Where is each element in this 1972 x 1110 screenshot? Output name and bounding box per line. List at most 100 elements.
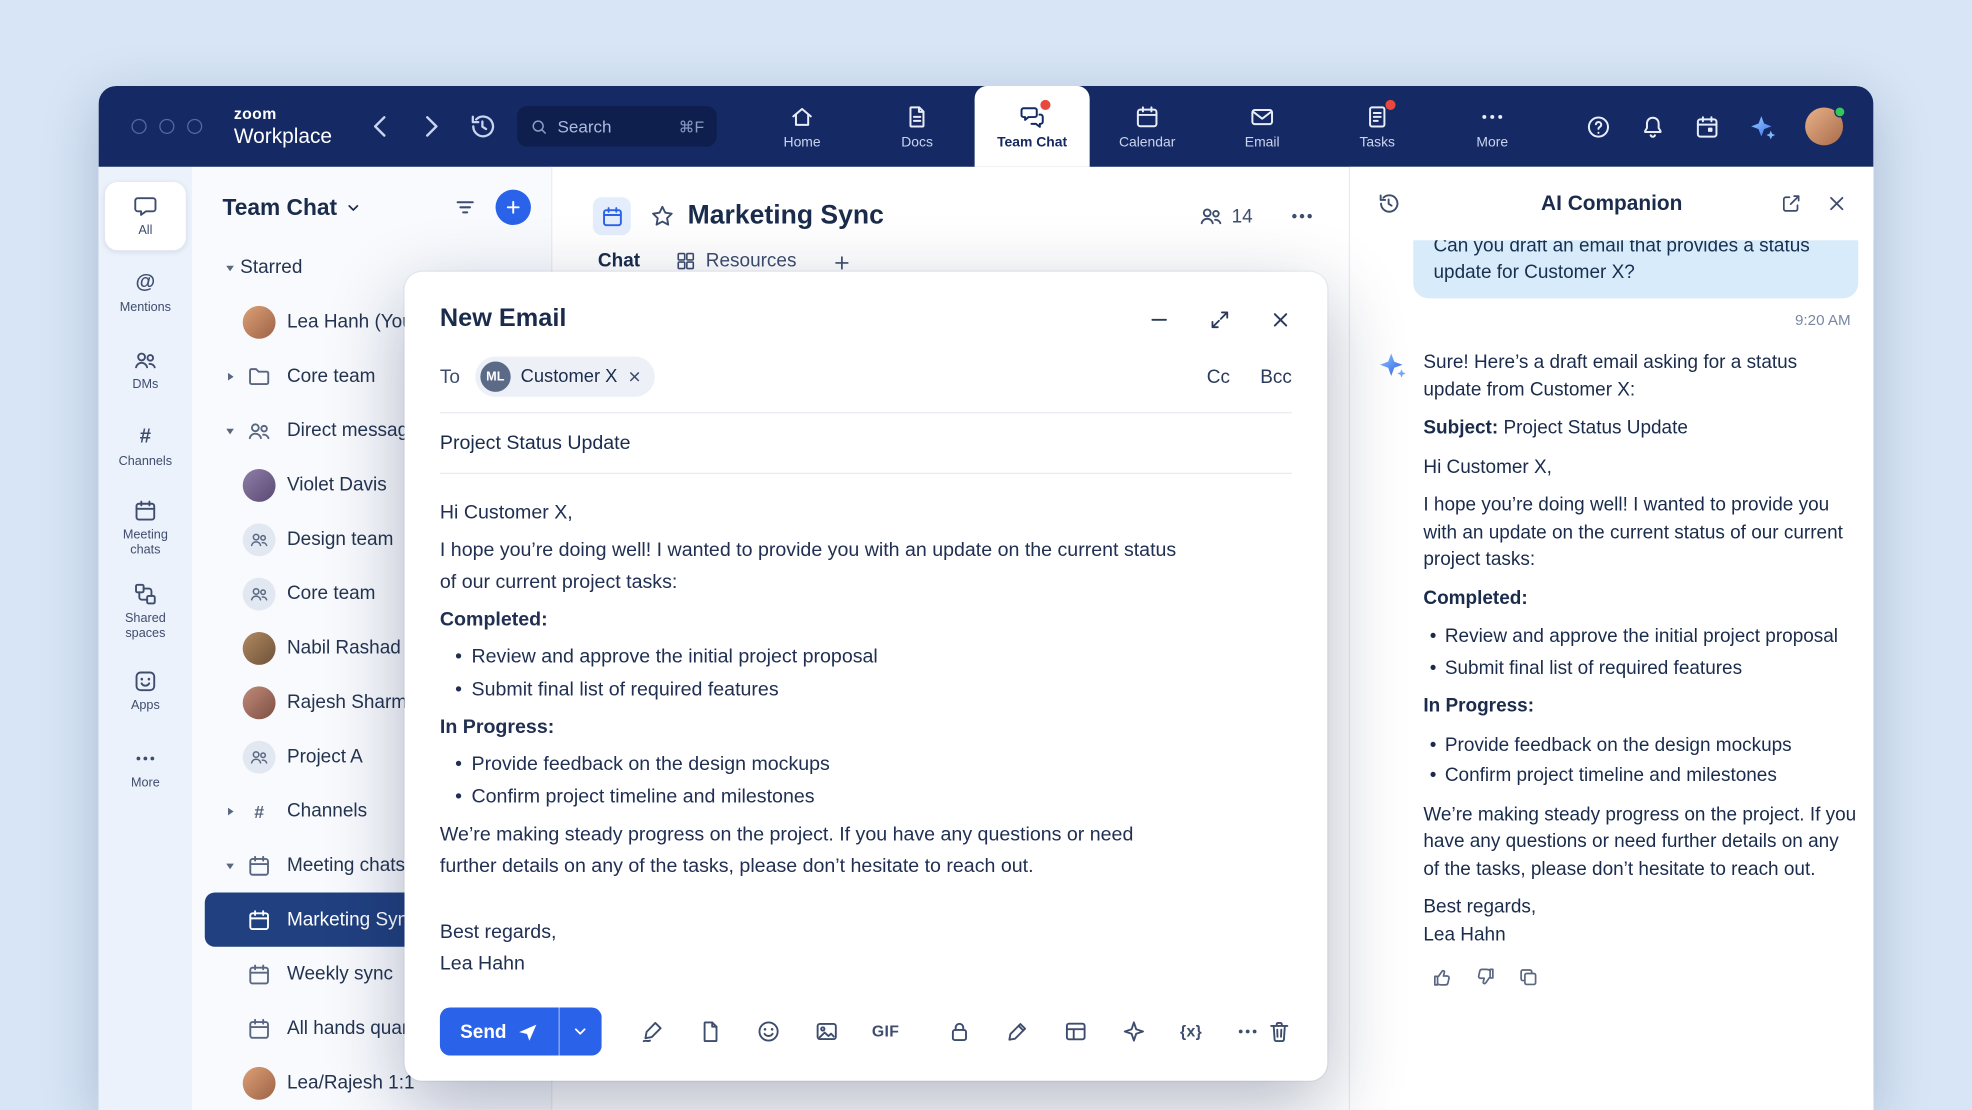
cc-button[interactable]: Cc	[1207, 366, 1230, 387]
variables-button[interactable]: {x}	[1180, 1023, 1202, 1041]
rail-item-shared-spaces[interactable]: Shared spaces	[105, 574, 186, 649]
online-status-dot	[1834, 106, 1845, 117]
avatar	[243, 631, 276, 664]
bcc-button[interactable]: Bcc	[1260, 366, 1292, 387]
send-options-button[interactable]	[558, 1007, 601, 1055]
topbar-right	[1585, 107, 1843, 145]
calendar-icon	[133, 498, 158, 523]
logo-workplace: Workplace	[234, 126, 343, 147]
ai-conversation[interactable]: Can you draft an email that provides a s…	[1350, 240, 1873, 1110]
rail-item-channels[interactable]: # Channels	[105, 413, 186, 481]
star-icon[interactable]	[650, 204, 675, 229]
window-minimize-control[interactable]	[159, 119, 174, 134]
hash-icon: #	[133, 425, 158, 450]
signature-icon[interactable]	[639, 1019, 664, 1044]
open-in-new-icon[interactable]	[1780, 192, 1803, 215]
email-icon	[1249, 103, 1276, 130]
window-zoom-control[interactable]	[187, 119, 202, 134]
ai-user-message-bubble: Can you draft an email that provides a s…	[1413, 240, 1858, 298]
cc-bcc: Cc Bcc	[1207, 366, 1292, 387]
gif-button[interactable]: GIF	[872, 1023, 899, 1041]
nav-team-chat[interactable]: Team Chat	[975, 86, 1090, 167]
people-icon	[1199, 204, 1224, 229]
history-icon[interactable]	[1375, 191, 1400, 216]
caret-spacer	[220, 642, 240, 655]
rail-item-mentions[interactable]: @ Mentions	[105, 259, 186, 327]
rail-item-dms[interactable]: DMs	[105, 336, 186, 404]
ai-response-content: Sure! Here’s a draft email asking for a …	[1423, 349, 1858, 948]
image-icon[interactable]	[814, 1019, 839, 1044]
channel-more-icon[interactable]	[1288, 202, 1316, 230]
lock-icon[interactable]	[947, 1019, 972, 1044]
expand-icon[interactable]	[1208, 308, 1231, 331]
recipient-chip[interactable]: ML Customer X	[475, 356, 655, 396]
chevron-down-icon[interactable]	[345, 199, 361, 215]
ai-companion-sparkle-icon[interactable]	[1748, 112, 1777, 141]
add-tab-icon[interactable]	[832, 253, 852, 273]
ai-companion-panel: AI Companion Can you draft an email that…	[1349, 167, 1874, 1110]
template-icon[interactable]	[697, 1019, 722, 1044]
pencil-icon[interactable]	[1005, 1019, 1030, 1044]
caret-spacer	[220, 533, 240, 546]
nav-email[interactable]: Email	[1205, 86, 1320, 167]
window-controls[interactable]	[131, 119, 202, 134]
nav-home[interactable]: Home	[745, 86, 860, 167]
paper-plane-icon	[517, 1021, 538, 1042]
layout-icon[interactable]	[1064, 1019, 1089, 1044]
close-icon[interactable]	[1825, 192, 1848, 215]
help-icon[interactable]	[1585, 113, 1612, 140]
caret-down-icon[interactable]	[220, 261, 240, 274]
rail-item-apps[interactable]: Apps	[105, 657, 186, 725]
channel-header: Marketing Sync 14	[552, 167, 1348, 245]
more-icon[interactable]	[1235, 1019, 1260, 1044]
resources-icon	[675, 250, 696, 271]
hash-icon: #	[254, 801, 264, 821]
to-label: To	[440, 366, 460, 387]
email-body-editor[interactable]: Hi Customer X, I hope you’re doing well!…	[440, 474, 1179, 980]
nav-more[interactable]: More	[1435, 86, 1550, 167]
thumbs-up-icon[interactable]	[1431, 966, 1454, 989]
back-icon[interactable]	[365, 111, 395, 141]
emoji-icon[interactable]	[756, 1019, 781, 1044]
close-icon[interactable]	[1269, 308, 1292, 331]
discard-draft-icon[interactable]	[1267, 1019, 1292, 1044]
sidebar-item-label: Lea/Rajesh 1:1	[287, 1072, 415, 1093]
rail-label: Channels	[119, 455, 172, 470]
ai-inprogress-heading: In Progress:	[1423, 693, 1858, 720]
subject-field[interactable]: Project Status Update	[440, 413, 1292, 474]
window-close-control[interactable]	[131, 119, 146, 134]
add-chat-button[interactable]	[496, 190, 531, 225]
nav-calendar[interactable]: Calendar	[1090, 86, 1205, 167]
member-count-value: 14	[1232, 205, 1253, 226]
caret-down-icon[interactable]	[220, 859, 240, 872]
caret-right-icon[interactable]	[220, 370, 240, 383]
nav-tasks[interactable]: Tasks	[1320, 86, 1435, 167]
tab-label: Chat	[598, 250, 640, 271]
shared-spaces-icon	[133, 581, 158, 606]
send-button[interactable]: Send	[440, 1007, 558, 1055]
rail-item-meeting-chats[interactable]: Meeting chats	[105, 490, 186, 565]
sparkle-icon[interactable]	[1122, 1019, 1147, 1044]
minimize-icon[interactable]	[1148, 308, 1171, 331]
caret-right-icon[interactable]	[220, 805, 240, 818]
remove-recipient-icon[interactable]	[628, 369, 643, 384]
calendar-date-icon[interactable]	[1694, 113, 1721, 140]
rail-item-all[interactable]: All	[105, 182, 186, 250]
thumbs-down-icon[interactable]	[1474, 966, 1497, 989]
send-group: Send	[440, 1007, 601, 1055]
channel-calendar-icon[interactable]	[593, 197, 631, 235]
sidebar-title[interactable]: Team Chat	[222, 194, 337, 221]
nav-docs[interactable]: Docs	[860, 86, 975, 167]
history-icon[interactable]	[466, 111, 496, 141]
search-input[interactable]: Search ⌘F	[517, 106, 717, 146]
caret-down-icon[interactable]	[220, 424, 240, 437]
filter-icon[interactable]	[453, 195, 478, 220]
rail-item-more[interactable]: More	[105, 734, 186, 802]
notifications-bell-icon[interactable]	[1640, 113, 1667, 140]
member-count[interactable]: 14	[1199, 204, 1253, 229]
ai-panel-header: AI Companion	[1350, 167, 1873, 240]
copy-icon[interactable]	[1517, 966, 1540, 989]
user-avatar[interactable]	[1805, 107, 1843, 145]
forward-icon[interactable]	[416, 111, 446, 141]
to-field[interactable]: To ML Customer X Cc Bcc	[440, 356, 1292, 413]
